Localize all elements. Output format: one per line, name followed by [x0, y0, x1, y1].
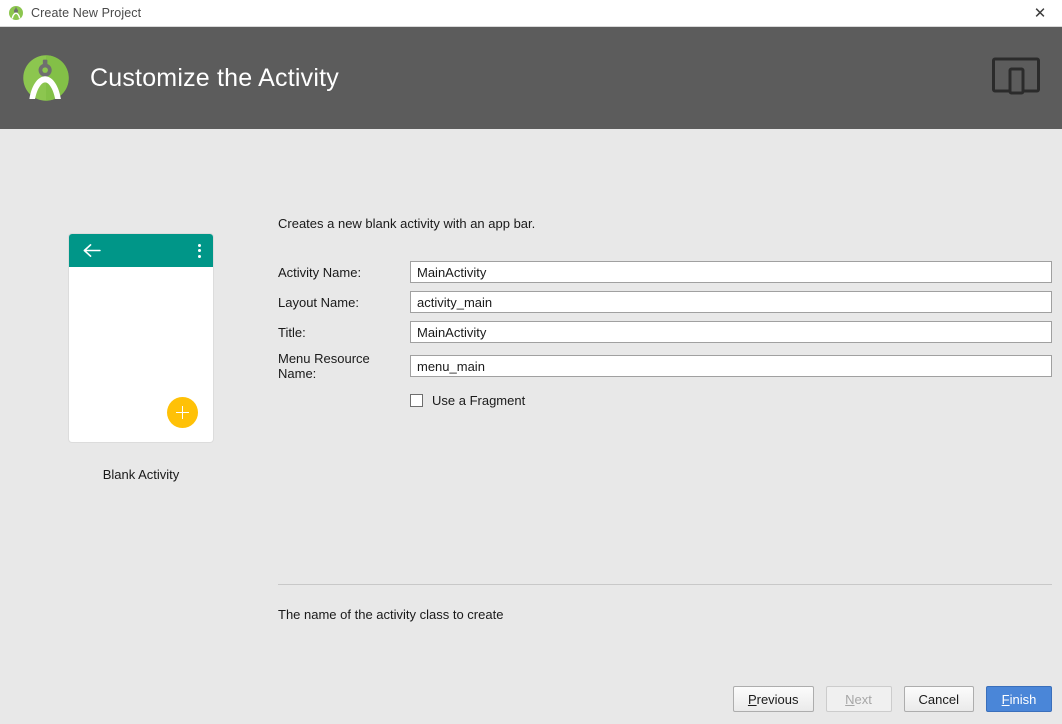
layout-name-input[interactable] — [410, 291, 1052, 313]
layout-name-label: Layout Name: — [278, 295, 410, 310]
field-row-activity-name: Activity Name: — [278, 261, 1052, 283]
window-title-bar: Create New Project ✕ — [0, 0, 1062, 27]
use-fragment-row[interactable]: Use a Fragment — [278, 393, 1052, 408]
title-input[interactable] — [410, 321, 1052, 343]
next-button: Next — [826, 686, 892, 712]
field-row-layout-name: Layout Name: — [278, 291, 1052, 313]
wizard-button-bar: Previous Next Cancel Finish — [733, 686, 1052, 712]
android-studio-icon — [8, 5, 24, 21]
android-studio-logo — [18, 50, 74, 106]
overflow-menu-icon — [198, 244, 201, 258]
previous-button[interactable]: Previous — [733, 686, 814, 712]
plus-icon — [176, 406, 189, 419]
window-title: Create New Project — [31, 6, 141, 20]
template-caption: Blank Activity — [69, 467, 213, 482]
use-fragment-label: Use a Fragment — [432, 393, 525, 408]
field-hint-text: The name of the activity class to create — [278, 607, 503, 622]
page-title: Customize the Activity — [90, 64, 339, 93]
field-row-title: Title: — [278, 321, 1052, 343]
close-icon[interactable]: ✕ — [1018, 0, 1062, 26]
activity-template-preview[interactable]: Blank Activity — [69, 234, 213, 482]
phone-mockup — [69, 234, 213, 442]
cancel-button[interactable]: Cancel — [904, 686, 974, 712]
floating-action-button — [167, 397, 198, 428]
field-row-menu-resource-name: Menu Resource Name: — [278, 351, 1052, 381]
wizard-content: Blank Activity Creates a new blank activ… — [0, 129, 1062, 724]
device-preview-icon — [992, 57, 1040, 99]
back-arrow-icon — [82, 243, 101, 258]
title-label: Title: — [278, 325, 410, 340]
footer-separator — [278, 584, 1052, 585]
wizard-header-banner: Customize the Activity — [0, 27, 1062, 129]
finish-button[interactable]: Finish — [986, 686, 1052, 712]
menu-resource-name-label: Menu Resource Name: — [278, 351, 410, 381]
activity-name-input[interactable] — [410, 261, 1052, 283]
use-fragment-checkbox[interactable] — [410, 394, 423, 407]
activity-name-label: Activity Name: — [278, 265, 410, 280]
form-description: Creates a new blank activity with an app… — [278, 216, 1052, 231]
mockup-app-bar — [69, 234, 213, 267]
activity-settings-form: Creates a new blank activity with an app… — [278, 216, 1052, 408]
menu-resource-name-input[interactable] — [410, 355, 1052, 377]
